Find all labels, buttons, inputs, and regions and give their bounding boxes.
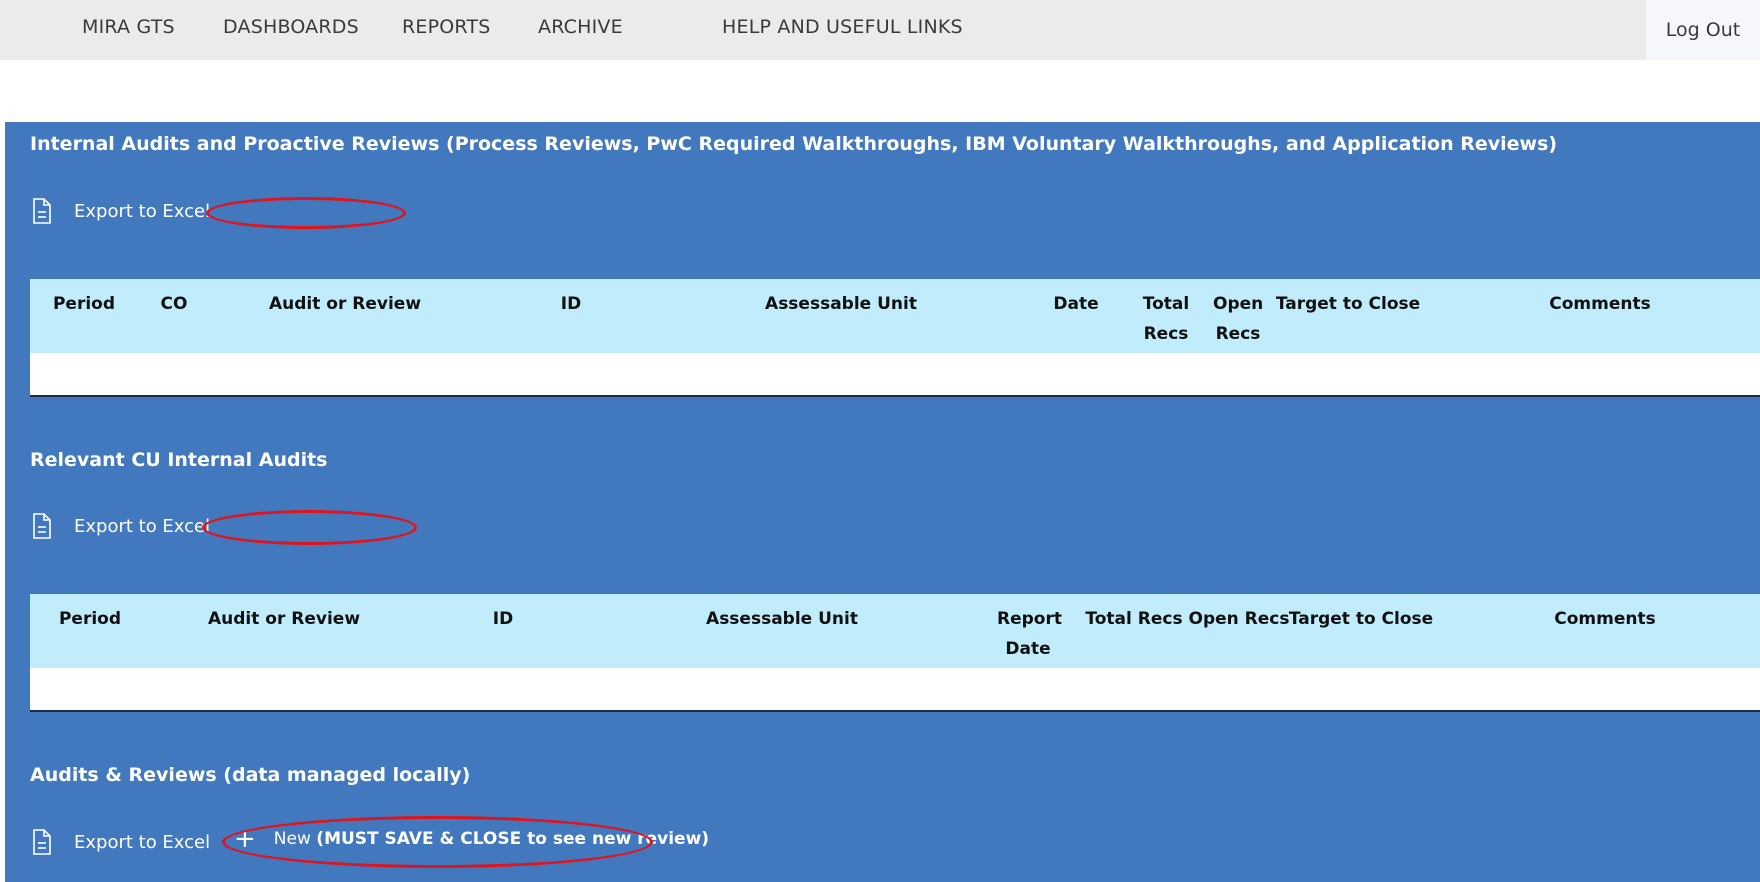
section-title-internal-audits: Internal Audits and Proactive Reviews (P… (30, 133, 1558, 155)
column-header[interactable]: Target to Close (1276, 289, 1420, 319)
column-header[interactable]: Open Recs (1213, 289, 1263, 349)
column-header[interactable]: Period (53, 289, 115, 319)
column-header[interactable]: Date (1053, 289, 1098, 319)
document-icon (33, 829, 51, 855)
column-header[interactable]: ID (561, 289, 581, 319)
nav-help-links[interactable]: HELP AND USEFUL LINKS (722, 16, 963, 38)
column-header[interactable]: ID (493, 604, 513, 634)
main-content: Internal Audits and Proactive Reviews (P… (5, 122, 1760, 882)
nav-dashboards[interactable]: DASHBOARDS (223, 16, 359, 38)
export-excel-button[interactable]: Export to Excel (32, 511, 210, 541)
document-icon (33, 198, 51, 224)
column-header[interactable]: Open Recs (1189, 604, 1290, 634)
column-header[interactable]: Comments (1549, 289, 1650, 319)
nav-reports[interactable]: REPORTS (402, 16, 491, 38)
table-body (30, 353, 1760, 397)
export-excel-label: Export to Excel (74, 831, 211, 853)
cu-audits-table: Period Audit or Review ID Assessable Uni… (30, 594, 1760, 712)
export-excel-button[interactable]: Export to Excel (32, 196, 210, 226)
table-header: Period Audit or Review ID Assessable Uni… (30, 594, 1760, 668)
highlight-annotation (222, 816, 653, 868)
section-title-local-audits: Audits & Reviews (data managed locally) (30, 764, 471, 786)
column-header[interactable]: Total Recs (1085, 604, 1182, 634)
highlight-annotation (206, 197, 406, 229)
column-header[interactable]: Assessable Unit (706, 604, 858, 634)
audits-table: Period CO Audit or Review ID Assessable … (30, 279, 1760, 397)
table-header: Period CO Audit or Review ID Assessable … (30, 279, 1760, 353)
table-body (30, 668, 1760, 712)
column-header[interactable]: Report Date (997, 604, 1062, 664)
column-header[interactable]: Comments (1554, 604, 1655, 634)
column-header[interactable]: Period (59, 604, 121, 634)
nav-mira-gts[interactable]: MIRA GTS (82, 16, 175, 38)
column-header[interactable]: Audit or Review (269, 289, 421, 319)
document-icon (33, 513, 51, 539)
export-excel-label: Export to Excel (74, 200, 211, 222)
export-excel-button[interactable]: Export to Excel (32, 827, 210, 857)
column-header[interactable]: CO (161, 289, 188, 319)
column-header[interactable]: Assessable Unit (765, 289, 917, 319)
column-header[interactable]: Total Recs (1141, 289, 1191, 349)
top-nav: MIRA GTS DASHBOARDS REPORTS ARCHIVE HELP… (0, 0, 1760, 60)
nav-archive[interactable]: ARCHIVE (538, 16, 623, 38)
column-header[interactable]: Audit or Review (208, 604, 360, 634)
export-excel-label: Export to Excel (74, 515, 211, 537)
highlight-annotation (202, 510, 417, 545)
section-title-cu-internal-audits: Relevant CU Internal Audits (30, 449, 328, 471)
column-header[interactable]: Target to Close (1289, 604, 1433, 634)
logout-button[interactable]: Log Out (1646, 0, 1760, 60)
